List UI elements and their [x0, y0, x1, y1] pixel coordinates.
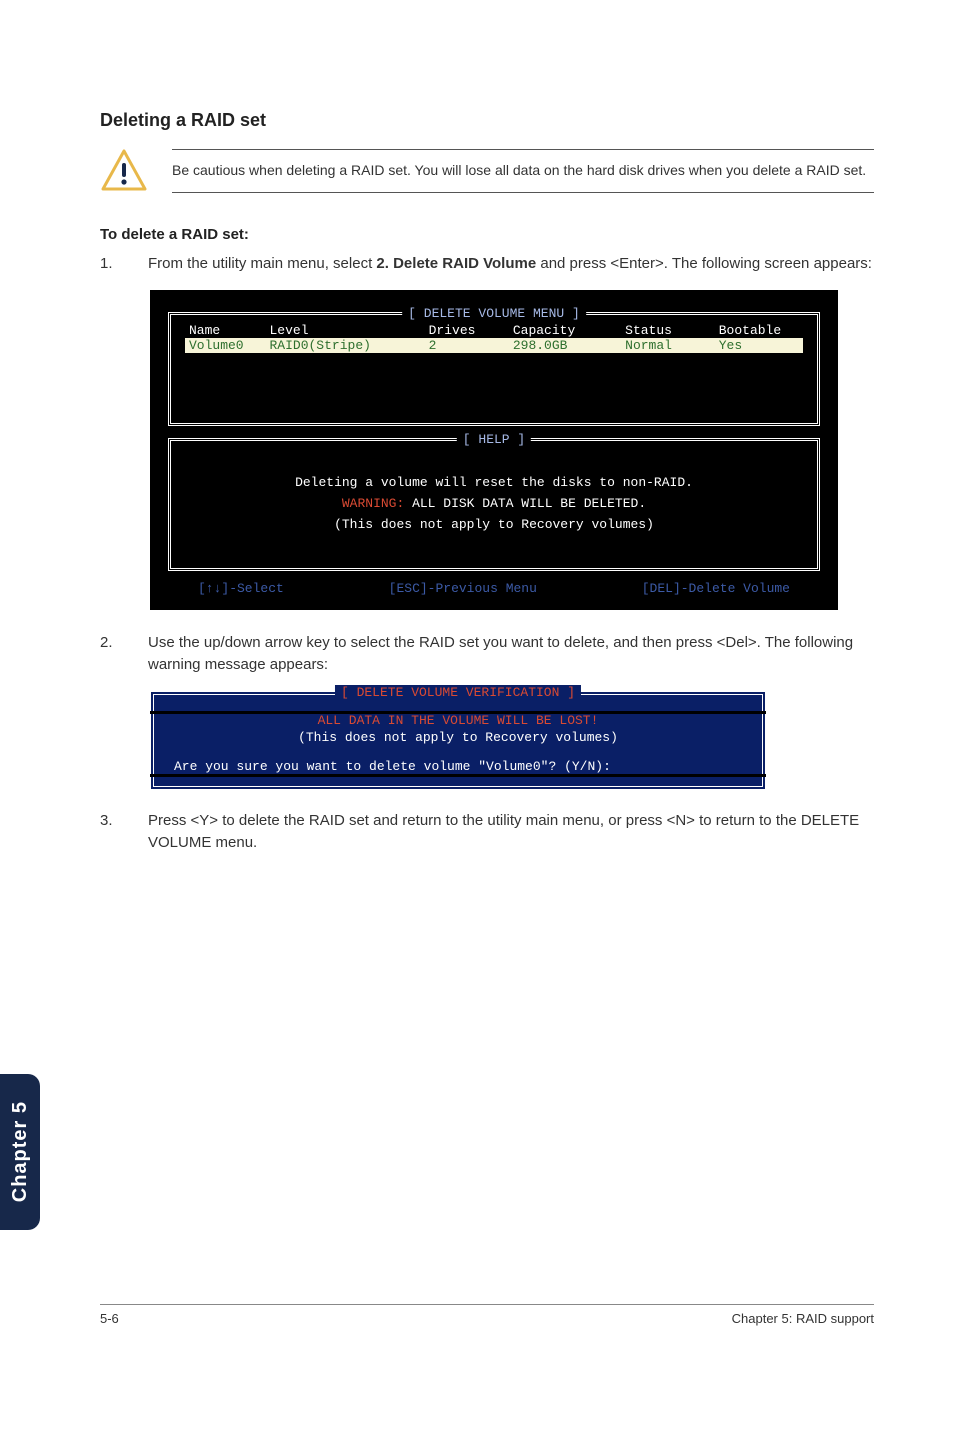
cell-capacity: 298.0GB — [513, 338, 625, 353]
text: From the utility main menu, select — [148, 255, 376, 272]
dialog-legend: [ DELETE VOLUME VERIFICATION ] — [335, 685, 581, 700]
volume-list-box: [ DELETE VOLUME MENU ] Name Level Drives… — [168, 312, 820, 426]
help-legend: [ HELP ] — [457, 432, 531, 447]
col-header-capacity: Capacity — [513, 323, 625, 338]
step-number: 2. — [100, 632, 148, 677]
col-header-name: Name — [185, 323, 270, 338]
key-hints-row: [↑↓]-Select [ESC]-Previous Menu [DEL]-De… — [168, 571, 820, 596]
box-legend: [ DELETE VOLUME MENU ] — [402, 306, 586, 321]
step-text: Use the up/down arrow key to select the … — [148, 632, 874, 677]
step-3: 3. Press <Y> to delete the RAID set and … — [100, 810, 874, 855]
step-number: 3. — [100, 810, 148, 855]
col-header-status: Status — [625, 323, 719, 338]
cell-status: Normal — [625, 338, 719, 353]
col-header-drives: Drives — [429, 323, 513, 338]
cell-drives: 2 — [429, 338, 513, 353]
warn-prefix: WARNING: — [342, 496, 412, 511]
bios-screenshot-confirm-dialog: [ DELETE VOLUME VERIFICATION ] ALL DATA … — [150, 691, 766, 790]
step-number: 1. — [100, 253, 148, 276]
table-row-selected: Volume0 RAID0(Stripe) 2 298.0GB Normal Y… — [185, 338, 803, 353]
col-header-bootable: Bootable — [719, 323, 803, 338]
chapter-tab: Chapter 5 — [0, 1074, 40, 1230]
help-box: [ HELP ] Deleting a volume will reset th… — [168, 438, 820, 571]
menu-name: 2. Delete RAID Volume — [376, 255, 536, 272]
hint-delete: [DEL]-Delete Volume — [642, 581, 790, 596]
page-footer: 5-6 Chapter 5: RAID support — [100, 1304, 874, 1326]
page-number: 5-6 — [100, 1311, 119, 1326]
text: and press <Enter>. The following screen … — [536, 255, 872, 272]
warn-text: ALL DISK DATA WILL BE DELETED. — [412, 496, 646, 511]
bios-screenshot-delete-menu: [ DELETE VOLUME MENU ] Name Level Drives… — [150, 290, 838, 610]
col-header-level: Level — [270, 323, 429, 338]
dialog-prompt: Are you sure you want to delete volume "… — [168, 759, 748, 774]
help-note: (This does not apply to Recovery volumes… — [189, 517, 799, 532]
cell-bootable: Yes — [719, 338, 803, 353]
help-warning: WARNING: ALL DISK DATA WILL BE DELETED. — [189, 496, 799, 511]
step-text: Press <Y> to delete the RAID set and ret… — [148, 810, 874, 855]
caution-text: Be cautious when deleting a RAID set. Yo… — [172, 149, 874, 193]
warning-icon — [100, 149, 148, 193]
step-text: From the utility main menu, select 2. De… — [148, 253, 874, 276]
step-2: 2. Use the up/down arrow key to select t… — [100, 632, 874, 677]
chapter-label: Chapter 5: RAID support — [732, 1311, 874, 1326]
table-header-row: Name Level Drives Capacity Status Bootab… — [185, 323, 803, 338]
dialog-note-line: (This does not apply to Recovery volumes… — [168, 730, 748, 745]
procedure-heading: To delete a RAID set: — [100, 226, 874, 243]
cell-level: RAID0(Stripe) — [270, 338, 429, 353]
step-1: 1. From the utility main menu, select 2.… — [100, 253, 874, 276]
caution-block: Be cautious when deleting a RAID set. Yo… — [100, 149, 874, 198]
hint-previous: [ESC]-Previous Menu — [389, 581, 537, 596]
chapter-tab-label: Chapter 5 — [9, 1101, 32, 1202]
help-text: Deleting a volume will reset the disks t… — [189, 475, 799, 490]
hint-select: [↑↓]-Select — [198, 581, 284, 596]
cell-name: Volume0 — [185, 338, 270, 353]
dialog-warning-line: ALL DATA IN THE VOLUME WILL BE LOST! — [168, 713, 748, 728]
section-heading: Deleting a RAID set — [100, 110, 874, 131]
